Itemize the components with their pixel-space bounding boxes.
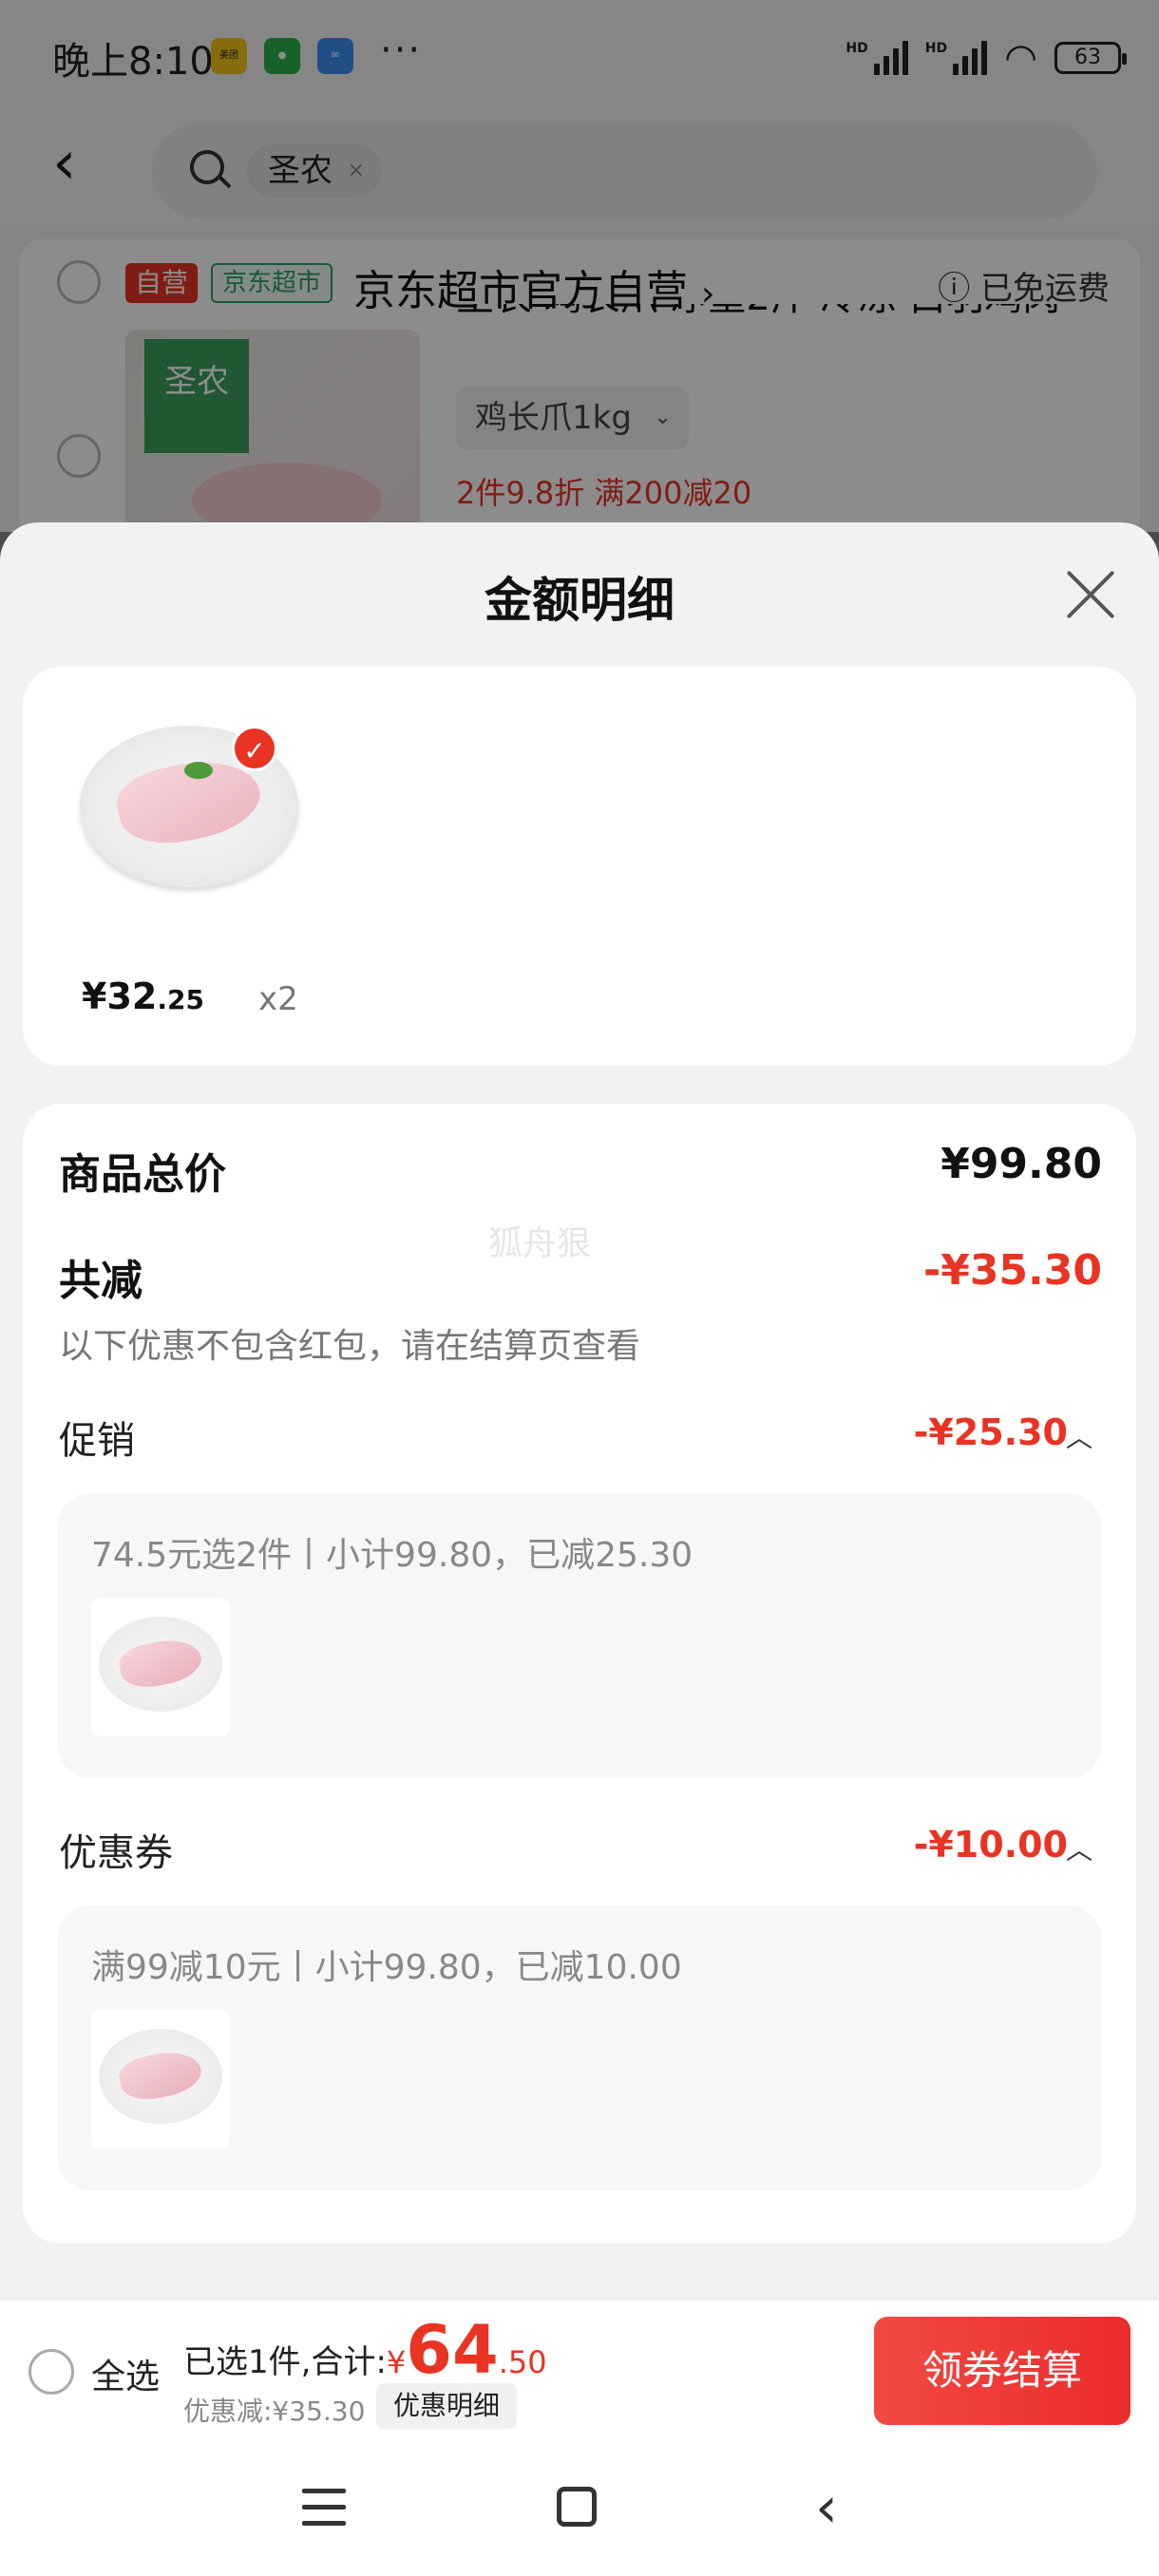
back-nav-icon[interactable]: ‹ <box>815 2479 838 2536</box>
select-all-label[interactable]: 全选 <box>91 2349 160 2398</box>
selected-item-card: ✓ ¥32.25 x2 <box>23 667 1136 1066</box>
coupon-section-value[interactable]: -¥10.00 <box>914 1824 1068 1866</box>
watermark: 狐舟狠 <box>488 1224 592 1263</box>
system-nav-bar: ‹ <box>0 2441 1159 2576</box>
total-label: 商品总价 <box>59 1150 226 1199</box>
promo-section-value[interactable]: -¥25.30 <box>914 1411 1068 1453</box>
sheet-title: 金额明细 <box>484 573 674 628</box>
recent-apps-icon[interactable] <box>302 2489 346 2527</box>
discount-detail-button[interactable]: 优惠明细 <box>376 2383 518 2429</box>
promo-section-label: 促销 <box>59 1419 135 1463</box>
coupon-detail-text: 满99减10元丨小计99.80，已减10.00 <box>91 1948 682 1987</box>
item-quantity: x2 <box>258 980 298 1018</box>
reduce-label: 共减 <box>59 1257 142 1305</box>
checkout-button[interactable]: 领券结算 <box>874 2317 1130 2425</box>
reduce-value: -¥35.30 <box>922 1246 1102 1295</box>
coupon-product-thumbnail <box>91 2010 230 2149</box>
home-icon[interactable] <box>557 2487 597 2527</box>
total-integer: 64 <box>406 2311 499 2389</box>
total-decimal: .50 <box>498 2344 547 2380</box>
chevron-up-icon[interactable]: ︿ <box>1066 1417 1092 1455</box>
reduce-note: 以下优惠不包含红包，请在结算页查看 <box>59 1327 641 1366</box>
total-prefix: 已选1件,合计: <box>183 2343 387 2381</box>
total-summary: 已选1件,合计:¥64.50 <box>183 2311 547 2389</box>
discount-summary: 优惠减:¥35.30 <box>183 2396 366 2427</box>
close-icon[interactable] <box>1064 568 1117 621</box>
total-currency: ¥ <box>386 2344 407 2380</box>
checkout-bar: 全选 已选1件,合计:¥64.50 优惠减:¥35.30 优惠明细 领券结算 <box>0 2299 1159 2441</box>
item-price: ¥32.25 <box>82 975 204 1017</box>
amount-detail-sheet: 金额明细 ✓ ¥32.25 x2 商品总价 ¥99.80 狐舟狠 共减 -¥35… <box>0 522 1159 2299</box>
promo-detail-text: 74.5元选2件丨小计99.80，已减25.30 <box>91 1536 694 1575</box>
chevron-up-icon[interactable]: ︿ <box>1066 1829 1092 1867</box>
promo-product-thumbnail <box>91 1598 230 1736</box>
promo-detail-panel: 74.5元选2件丨小计99.80，已减25.30 <box>57 1493 1102 1778</box>
select-all-checkbox[interactable] <box>28 2349 74 2395</box>
total-value: ¥99.80 <box>940 1140 1102 1188</box>
price-detail-card: 商品总价 ¥99.80 狐舟狠 共减 -¥35.30 以下优惠不包含红包，请在结… <box>23 1104 1136 2244</box>
coupon-section-label: 优惠券 <box>59 1831 173 1875</box>
coupon-detail-panel: 满99减10元丨小计99.80，已减10.00 <box>57 1905 1102 2190</box>
garnish-leaf <box>184 762 213 779</box>
selected-check-icon: ✓ <box>232 726 277 771</box>
